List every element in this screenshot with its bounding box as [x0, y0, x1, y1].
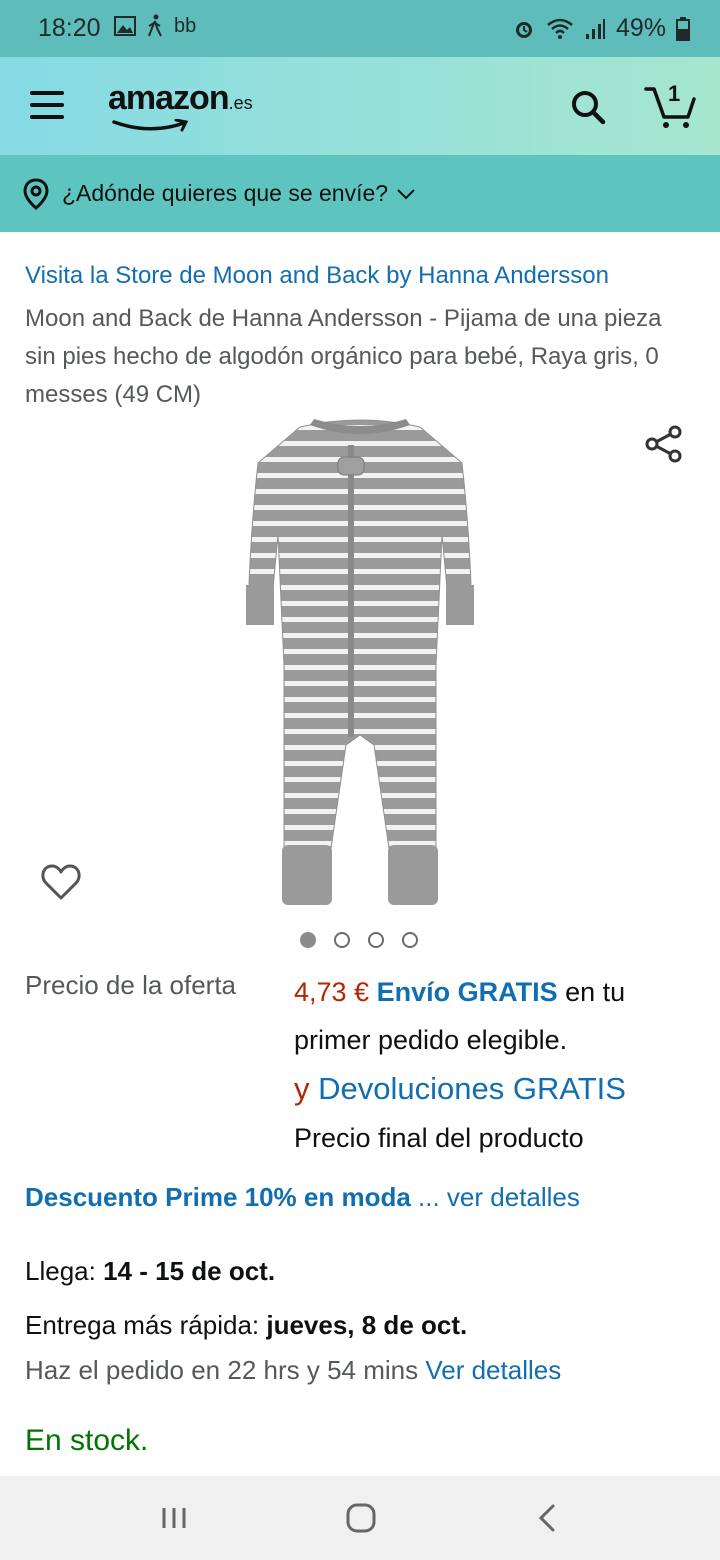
returns-prefix: y	[294, 1071, 310, 1106]
returns-line: y Devoluciones GRATIS	[294, 1064, 704, 1114]
price-value: 4,73 €	[294, 977, 370, 1007]
amazon-logo[interactable]: amazon.es	[108, 79, 253, 132]
system-nav-bar	[0, 1476, 720, 1560]
carousel-dot[interactable]	[402, 932, 418, 948]
recent-apps-icon[interactable]	[154, 1498, 194, 1538]
arrives-label: Llega:	[25, 1256, 104, 1286]
home-icon[interactable]	[341, 1498, 381, 1538]
battery-percent: 49%	[615, 14, 666, 42]
share-icon[interactable]	[644, 424, 684, 464]
delivery-estimate: Llega: 14 - 15 de oct.	[25, 1256, 275, 1287]
carousel-dot[interactable]	[334, 932, 350, 948]
delivery-location-bar[interactable]: ¿Adónde quieres que se envíe?	[0, 155, 720, 232]
status-right: 49%	[512, 14, 690, 43]
arrives-dates: 14 - 15 de oct.	[103, 1256, 276, 1286]
product-image[interactable]	[230, 415, 490, 915]
walking-icon	[148, 14, 162, 37]
store-link[interactable]: Visita la Store de Moon and Back by Hann…	[25, 262, 609, 290]
fastest-delivery: Entrega más rápida: jueves, 8 de oct.	[25, 1310, 467, 1341]
chevron-down-icon	[397, 188, 415, 199]
wifi-icon	[547, 18, 573, 39]
cart-count: 1	[668, 81, 681, 106]
delivery-details-link[interactable]: Ver detalles	[425, 1355, 561, 1385]
alarm-icon	[515, 21, 532, 38]
price-label: Precio de la oferta	[25, 970, 237, 1000]
status-left-icons: bb	[114, 14, 196, 38]
stock-status: En stock.	[25, 1424, 149, 1457]
order-within-text: Haz el pedido en 22 hrs y 54 mins	[25, 1355, 426, 1385]
gallery-icon	[114, 16, 136, 36]
final-price-note: Precio final del producto	[294, 1123, 584, 1153]
order-within: Haz el pedido en 22 hrs y 54 mins Ver de…	[25, 1355, 561, 1386]
logo-suffix: .es	[228, 93, 253, 113]
price-block: 4,73 € Envío GRATIS en tu primer pedido …	[294, 968, 704, 1162]
search-icon[interactable]	[568, 87, 608, 127]
prime-discount[interactable]: Descuento Prime 10% en moda	[25, 1182, 411, 1212]
location-pin-icon	[23, 177, 49, 210]
logo-smile-icon	[112, 119, 189, 132]
free-shipping-link[interactable]: Envío GRATIS	[377, 977, 558, 1007]
fastest-label: Entrega más rápida:	[25, 1310, 267, 1340]
back-icon[interactable]	[528, 1498, 568, 1538]
free-returns-link[interactable]: Devoluciones GRATIS	[310, 1071, 626, 1106]
location-text: ¿Adónde quieres que se envíe?	[62, 180, 389, 206]
carousel-dot[interactable]	[368, 932, 384, 948]
price-line: 4,73 € Envío GRATIS en tu primer pedido …	[294, 968, 704, 1064]
app-header: amazon.es 1	[0, 57, 720, 155]
logo-text: amazon	[108, 79, 230, 117]
fastest-date: jueves, 8 de oct.	[266, 1310, 468, 1340]
signal-icon	[585, 18, 605, 39]
product-title: Moon and Back de Hanna Andersson - Pijam…	[25, 305, 662, 408]
prime-details-link[interactable]: ... ver detalles	[411, 1182, 580, 1212]
heart-icon[interactable]	[40, 862, 82, 902]
status-bar: 18:20 bb 49%	[0, 0, 720, 57]
carousel-dot[interactable]	[300, 932, 316, 948]
battery-icon	[676, 16, 690, 41]
prime-discount-line[interactable]: Descuento Prime 10% en moda ... ver deta…	[25, 1182, 580, 1213]
status-extra-text: bb	[174, 14, 197, 37]
image-carousel-dots	[300, 932, 418, 948]
menu-button[interactable]	[30, 91, 64, 119]
status-time: 18:20	[38, 14, 101, 42]
